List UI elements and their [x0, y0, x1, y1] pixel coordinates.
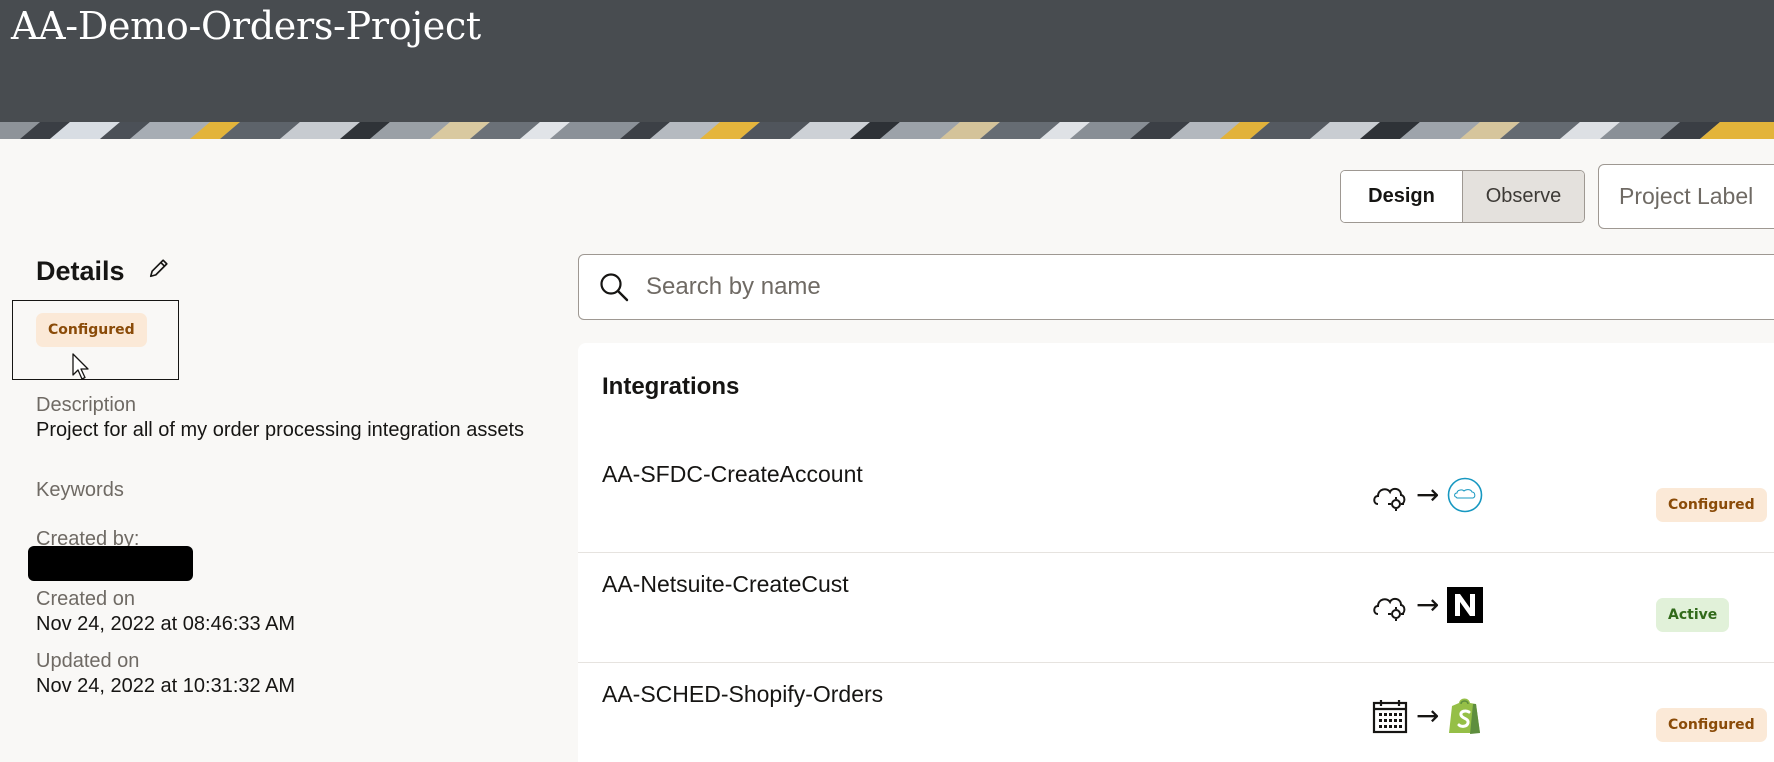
- flow-arrow: →: [1416, 588, 1440, 621]
- integration-name[interactable]: AA-Netsuite-CreateCust: [602, 571, 849, 598]
- flow-arrow: →: [1416, 478, 1440, 511]
- status-badge: Configured: [1656, 708, 1767, 742]
- view-toggle: Design Observe: [1340, 170, 1585, 223]
- search-input[interactable]: [646, 267, 1546, 307]
- status-badge: Configured: [1656, 488, 1767, 522]
- created-on-value: Nov 24, 2022 at 08:46:33 AM: [36, 613, 296, 635]
- updated-on-label: Updated on: [36, 650, 140, 672]
- details-heading: Details: [36, 256, 125, 286]
- status-badge[interactable]: Configured: [36, 313, 147, 347]
- page-header: AA-Demo-Orders-Project: [0, 0, 1774, 122]
- pencil-icon[interactable]: [148, 257, 170, 279]
- integration-row[interactable]: AA-SFDC-CreateAccount → Configured: [578, 443, 1774, 553]
- created-on-label: Created on: [36, 588, 135, 610]
- project-label-input[interactable]: [1599, 165, 1774, 228]
- status-badge: Active: [1656, 598, 1730, 632]
- integration-row[interactable]: AA-Netsuite-CreateCust → Active: [578, 553, 1774, 663]
- redacted-user-name: [28, 546, 193, 581]
- flow-arrow: →: [1416, 699, 1440, 732]
- integrations-panel: Integrations AA-SFDC-CreateAccount → Con…: [578, 343, 1774, 762]
- integration-row[interactable]: AA-SCHED-Shopify-Orders → Configured: [578, 663, 1774, 762]
- shopify-icon: [1449, 698, 1481, 734]
- integration-name[interactable]: AA-SCHED-Shopify-Orders: [602, 681, 883, 708]
- netsuite-icon: [1447, 587, 1484, 623]
- integration-name[interactable]: AA-SFDC-CreateAccount: [602, 461, 863, 488]
- design-tab[interactable]: Design: [1341, 171, 1463, 222]
- keywords-label: Keywords: [36, 479, 124, 501]
- search-icon: [600, 273, 629, 302]
- integration-flow: →: [1372, 697, 1483, 735]
- salesforce-icon: [1448, 477, 1483, 513]
- page-title: AA-Demo-Orders-Project: [11, 4, 481, 48]
- description-value: Project for all of my order processing i…: [36, 419, 524, 441]
- cloud-gear-icon: [1373, 597, 1406, 621]
- project-label-field: [1598, 164, 1774, 229]
- decorative-banner: [0, 122, 1774, 139]
- integration-flow: →: [1372, 477, 1483, 513]
- calendar-icon: [1372, 700, 1408, 734]
- observe-tab[interactable]: Observe: [1463, 171, 1584, 222]
- updated-on-value: Nov 24, 2022 at 10:31:32 AM: [36, 675, 296, 697]
- search-box: [578, 254, 1774, 320]
- cloud-gear-icon: [1373, 487, 1406, 511]
- integration-flow: →: [1372, 587, 1484, 623]
- integrations-heading: Integrations: [602, 373, 740, 400]
- mouse-cursor-icon: [72, 353, 89, 380]
- description-label: Description: [36, 394, 137, 416]
